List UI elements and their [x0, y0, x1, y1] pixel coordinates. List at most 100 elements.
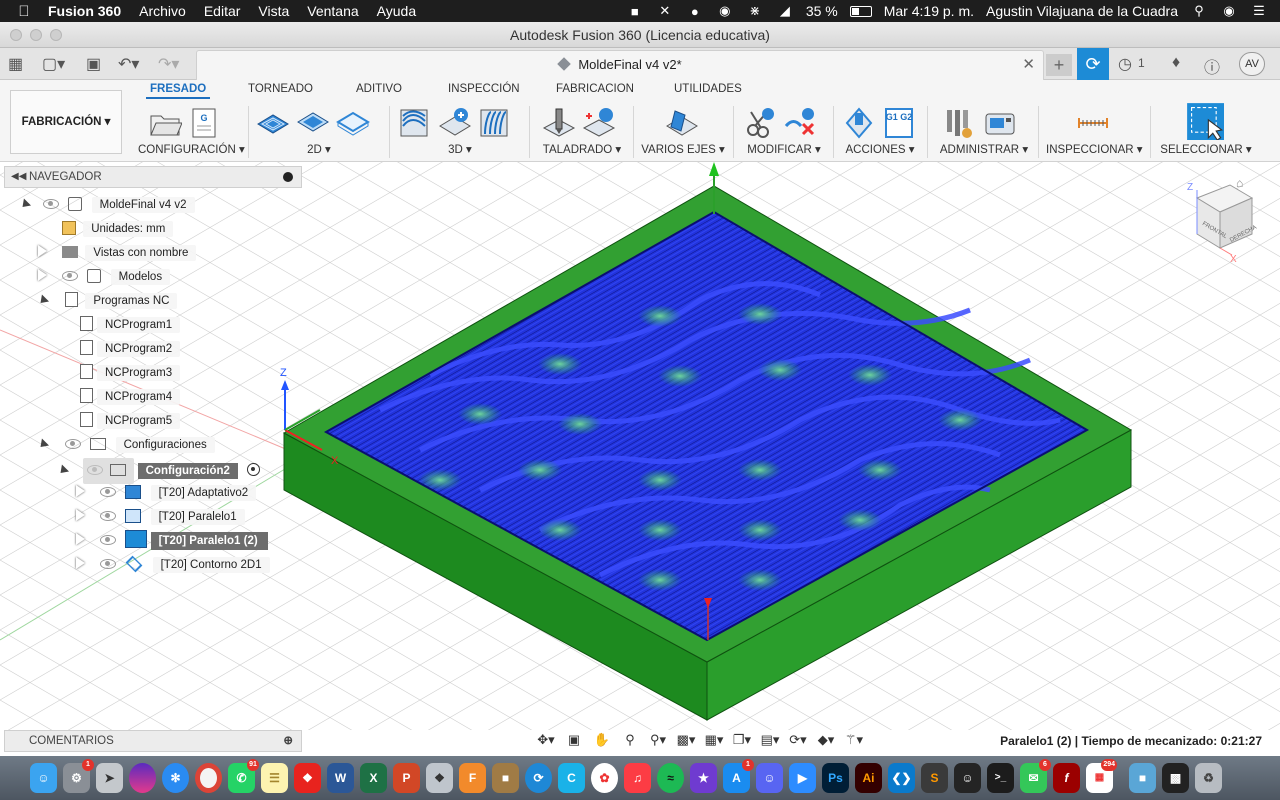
visibility-eye-icon[interactable] — [100, 559, 117, 569]
orbit-move-icon[interactable]: ✥▾ — [534, 732, 558, 750]
dock-music-icon[interactable]: ♫ — [624, 763, 651, 793]
tab-utilidades[interactable]: UTILIDADES — [674, 83, 742, 95]
group-configuracion-label[interactable]: CONFIGURACIÓN — [138, 144, 236, 156]
creative-cloud-icon[interactable]: ● — [686, 4, 704, 19]
post-process-icon[interactable]: G1 G2 — [882, 106, 916, 140]
browser-pin-icon[interactable] — [283, 172, 293, 182]
dock-settings-icon[interactable]: ⚙ 1 — [63, 759, 94, 793]
dock-word-icon[interactable]: W — [327, 763, 354, 793]
file-menu-icon[interactable]: ▢▾ — [42, 54, 65, 74]
dock-preview-icon[interactable]: ❖ — [426, 763, 453, 793]
tree-operation-contorno2d1[interactable]: [T20] Contorno 2D1 — [76, 554, 270, 576]
expanded-icon[interactable] — [56, 464, 70, 477]
stock-display-icon[interactable]: ◆▾ — [814, 732, 838, 750]
dock-fusion360-icon[interactable]: ⟳ — [525, 763, 552, 793]
tool-library-icon[interactable] — [943, 106, 977, 140]
group-3d-label[interactable]: 3D — [448, 144, 463, 156]
tab-torneado[interactable]: TORNEADO — [248, 83, 313, 95]
dock-folder-icon[interactable]: ■ — [1129, 763, 1156, 793]
dock-archive-icon[interactable]: ■ — [492, 763, 519, 793]
dock-spotify-icon[interactable]: ≈ — [657, 763, 684, 793]
dock-finder-icon[interactable]: ☺ — [30, 763, 57, 793]
menu-ayuda[interactable]: Ayuda — [377, 3, 416, 19]
menu-app-name[interactable]: Fusion 360 — [48, 3, 121, 19]
menu-archivo[interactable]: Archivo — [139, 3, 186, 19]
battery-icon[interactable] — [849, 5, 872, 17]
3d-pocket-icon[interactable] — [438, 106, 472, 140]
save-icon[interactable]: ▣ — [86, 54, 101, 74]
dock-safari-icon[interactable]: ✻ — [162, 763, 189, 793]
visibility-eye-icon[interactable] — [100, 487, 117, 497]
tree-nc-program-3[interactable]: NCProgram3 — [80, 362, 181, 384]
tree-models[interactable]: Modelos — [38, 266, 171, 288]
look-at-icon[interactable]: ▣ — [562, 732, 586, 750]
pan-icon[interactable]: ✋ — [590, 732, 614, 750]
camera-icon[interactable]: ■ — [626, 4, 644, 19]
2d-pocket-icon[interactable] — [296, 106, 330, 140]
dock-imovie-icon[interactable]: ★ — [690, 763, 717, 793]
drill-icon[interactable] — [542, 106, 576, 140]
group-2d-label[interactable]: 2D — [307, 144, 322, 156]
new-tab-button[interactable]: + — [1046, 54, 1072, 76]
tree-nc-program-5[interactable]: NCProgram5 — [80, 410, 181, 432]
collapsed-icon[interactable] — [76, 509, 85, 521]
dock-messages-icon[interactable]: ✉ 6 — [1020, 759, 1051, 793]
close-tab-icon[interactable]: ✕ — [1022, 51, 1035, 79]
viewports-icon[interactable]: ❐▾ — [730, 732, 754, 750]
dock-zoom-icon[interactable]: ▶ — [789, 763, 816, 793]
menu-ventana[interactable]: Ventana — [307, 3, 358, 19]
refresh-icon[interactable]: ⟳▾ — [786, 732, 810, 750]
display-settings-icon[interactable]: ▩▾ — [674, 732, 698, 750]
dock-siri-icon[interactable] — [129, 763, 156, 793]
dock-trash-icon[interactable]: ♻ — [1195, 763, 1222, 793]
edit-toolpath-icon[interactable] — [743, 106, 777, 140]
siri-icon[interactable]: ◉ — [1220, 3, 1238, 19]
collapsed-icon[interactable] — [76, 557, 85, 569]
wifi-icon[interactable]: ◢ — [776, 3, 794, 19]
collapse-browser-icon[interactable]: ◀◀ — [11, 167, 26, 187]
delete-toolpath-icon[interactable] — [783, 106, 817, 140]
dock-screenshot-icon[interactable]: ▩ — [1162, 763, 1189, 793]
visibility-eye-icon[interactable] — [100, 535, 117, 545]
grid-settings-icon[interactable]: ▦▾ — [702, 732, 726, 750]
menu-vista[interactable]: Vista — [258, 3, 289, 19]
tree-operation-adaptativo2[interactable]: [T20] Adaptativo2 — [76, 482, 257, 504]
tree-operation-paralelo1-2[interactable]: [T20] Paralelo1 (2) — [76, 530, 268, 552]
spotlight-icon[interactable]: ⚲ — [1190, 3, 1208, 19]
dock-illustrator-icon[interactable]: Ai — [855, 763, 882, 793]
tab-fresado[interactable]: FRESADO — [146, 83, 211, 99]
section-icon[interactable]: ▤▾ — [758, 732, 782, 750]
dock-appstore-icon[interactable]: A1 — [723, 759, 754, 793]
zoom-window-button[interactable] — [50, 29, 62, 41]
active-setup-icon[interactable] — [247, 463, 261, 476]
fit-icon[interactable]: ⚲▾ — [646, 732, 670, 750]
minimize-window-button[interactable] — [30, 29, 42, 41]
menu-editar[interactable]: Editar — [204, 3, 241, 19]
visibility-eye-icon[interactable] — [87, 465, 104, 475]
nc-program-icon[interactable]: G — [188, 106, 222, 140]
tab-inspeccion[interactable]: INSPECCIÓN — [448, 83, 520, 95]
select-icon[interactable] — [1186, 102, 1224, 140]
visibility-eye-icon[interactable] — [65, 439, 82, 449]
machine-library-icon[interactable] — [983, 106, 1017, 140]
visibility-eye-icon[interactable] — [43, 199, 60, 209]
wacom-icon[interactable]: ◉ — [716, 3, 734, 19]
dock-calendar-icon[interactable]: ▦ 294 — [1086, 759, 1117, 793]
close-window-button[interactable] — [10, 29, 22, 41]
redo-icon[interactable]: ↷▾ — [158, 54, 179, 74]
2d-contour-icon[interactable] — [336, 106, 370, 140]
tab-aditivo[interactable]: ADITIVO — [356, 83, 402, 95]
group-administrar-label[interactable]: ADMINISTRAR — [940, 144, 1019, 156]
dock-chrome-icon[interactable] — [195, 763, 222, 793]
hole-recognition-icon[interactable] — [582, 106, 616, 140]
dock-terminal-icon[interactable]: >_ — [987, 763, 1014, 793]
multi-axis-icon[interactable] — [665, 106, 699, 140]
dock-notes-icon[interactable]: ☰ — [261, 763, 288, 793]
dock-discord-icon[interactable]: ☺ — [756, 763, 783, 793]
tree-nc-program-1[interactable]: NCProgram1 — [80, 314, 181, 336]
2d-adaptive-icon[interactable] — [256, 106, 290, 140]
dock-photoshop-icon[interactable]: Ps — [822, 763, 849, 793]
dock-launchpad-icon[interactable]: ➤ — [96, 763, 123, 793]
dock-whatsapp-icon[interactable]: ✆ 91 — [228, 759, 259, 793]
visibility-eye-icon[interactable] — [62, 271, 79, 281]
